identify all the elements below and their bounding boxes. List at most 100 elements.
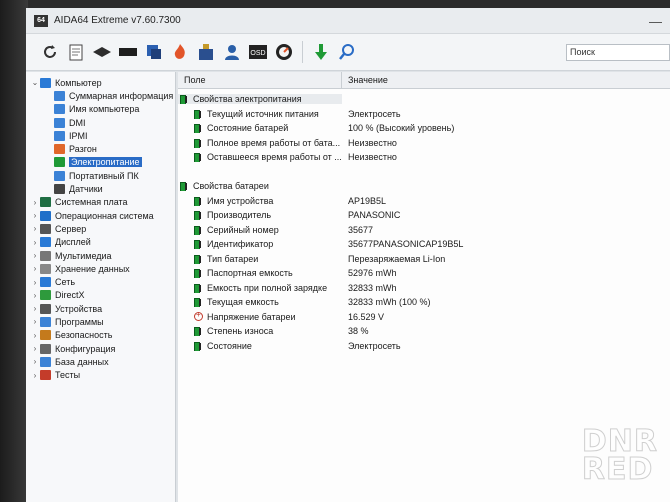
tree-item[interactable]: › Системная плата: [26, 196, 175, 209]
property-row[interactable]: Состояние Электросеть: [178, 339, 670, 354]
property-row[interactable]: Производитель PANASONIC: [178, 208, 670, 223]
chevron-down-icon[interactable]: ⌄: [30, 78, 40, 87]
motherboard-icon[interactable]: [92, 42, 112, 62]
property-row[interactable]: Тип батареи Перезаряжаемая Li-Ion: [178, 252, 670, 267]
tree-item[interactable]: Разгон: [26, 142, 175, 155]
tree-item[interactable]: › База данных: [26, 355, 175, 368]
property-row[interactable]: Оставшееся время работы от ... Неизвестно: [178, 150, 670, 165]
property-row[interactable]: Текущая емкость 32833 mWh (100 %): [178, 295, 670, 310]
property-row[interactable]: Текущий источник питания Электросеть: [178, 107, 670, 122]
memory-icon[interactable]: [118, 42, 138, 62]
property-row[interactable]: Напряжение батареи 16.529 V: [178, 310, 670, 325]
property-field: Емкость при полной зарядке: [207, 282, 328, 293]
tree-item[interactable]: › Дисплей: [26, 236, 175, 249]
report-icon[interactable]: [66, 42, 86, 62]
property-value: 16.529 V: [348, 311, 385, 322]
battery-icon: [180, 181, 190, 192]
section-header[interactable]: Свойства батареи: [178, 179, 670, 194]
tree-item[interactable]: › Сеть: [26, 275, 175, 288]
svg-text:OSD: OSD: [250, 50, 265, 57]
chevron-right-icon[interactable]: ›: [30, 291, 40, 300]
stress-icon[interactable]: [170, 42, 190, 62]
battery-icon: [194, 268, 204, 279]
chevron-right-icon[interactable]: ›: [30, 331, 40, 340]
tree-item-label: Компьютер: [55, 77, 102, 88]
property-row[interactable]: Полное время работы от бата... Неизвестно: [178, 136, 670, 151]
tree-item[interactable]: › Хранение данных: [26, 262, 175, 275]
property-row[interactable]: Степень износа 38 %: [178, 324, 670, 339]
chevron-right-icon[interactable]: ›: [30, 371, 40, 380]
tree-item[interactable]: IPMI: [26, 129, 175, 142]
tree-item-label: Разгон: [69, 144, 97, 155]
tree-item[interactable]: › Операционная система: [26, 209, 175, 222]
tree-item[interactable]: › DirectX: [26, 289, 175, 302]
user-icon[interactable]: [222, 42, 242, 62]
tree-item-icon: [54, 90, 65, 101]
tree-item[interactable]: DMI: [26, 116, 175, 129]
sensor-icon[interactable]: [274, 42, 294, 62]
property-row[interactable]: Серийный номер 35677: [178, 223, 670, 238]
tree-item[interactable]: › Безопасность: [26, 329, 175, 342]
tree-item-label: Дисплей: [55, 237, 91, 248]
tree-item[interactable]: › Устройства: [26, 302, 175, 315]
tree-item[interactable]: › Конфигурация: [26, 342, 175, 355]
battery-icon: [194, 196, 204, 206]
property-row[interactable]: Паспортная емкость 52976 mWh: [178, 266, 670, 281]
tree-item[interactable]: › Программы: [26, 315, 175, 328]
chevron-right-icon[interactable]: ›: [30, 251, 40, 260]
tree-item-icon: [40, 210, 51, 221]
chevron-right-icon[interactable]: ›: [30, 198, 40, 207]
tree-item[interactable]: Имя компьютера: [26, 103, 175, 116]
tree-item-label: Мультимедиа: [55, 250, 112, 261]
tree-item[interactable]: Суммарная информация: [26, 89, 175, 102]
chevron-right-icon[interactable]: ›: [30, 278, 40, 287]
column-header-field[interactable]: Поле: [178, 72, 342, 88]
chevron-right-icon[interactable]: ›: [30, 264, 40, 273]
chevron-right-icon[interactable]: ›: [30, 304, 40, 313]
battery-icon: [194, 239, 204, 250]
property-row[interactable]: Идентификатор 35677PANASONICAP19B5L: [178, 237, 670, 252]
property-field: Состояние батарей: [207, 123, 289, 134]
minimize-button[interactable]: —: [649, 14, 662, 29]
chevron-right-icon[interactable]: ›: [30, 211, 40, 220]
tree-item[interactable]: ⌄ Компьютер: [26, 76, 175, 89]
tree-item[interactable]: Датчики: [26, 182, 175, 195]
battery-icon: [194, 341, 204, 351]
tree-item-icon: [40, 237, 51, 248]
search-input[interactable]: Поиск: [566, 44, 670, 61]
tree-item[interactable]: Портативный ПК: [26, 169, 175, 182]
column-header-value[interactable]: Значение: [342, 75, 388, 85]
property-field: Идентификатор: [207, 239, 274, 250]
tree-item[interactable]: Электропитание: [26, 156, 175, 169]
chevron-right-icon[interactable]: ›: [30, 238, 40, 247]
chevron-right-icon[interactable]: ›: [30, 357, 40, 366]
property-row[interactable]: Имя устройства AP19B5L: [178, 194, 670, 209]
property-value: Неизвестно: [348, 137, 397, 148]
section-header[interactable]: Свойства электропитания: [178, 92, 670, 107]
property-value: 52976 mWh: [348, 268, 397, 279]
battery-icon: [194, 254, 204, 264]
property-field: Серийный номер: [207, 224, 279, 235]
aida64-window: 64 AIDA64 Extreme v7.60.7300 — OSD Поиск…: [26, 8, 670, 502]
osd-icon[interactable]: OSD: [248, 42, 268, 62]
property-row[interactable]: Состояние батарей 100 % (Высокий уровень): [178, 121, 670, 136]
chevron-right-icon[interactable]: ›: [30, 224, 40, 233]
column-header: Поле Значение: [178, 72, 670, 89]
update-icon[interactable]: [311, 42, 331, 62]
chevron-right-icon[interactable]: ›: [30, 317, 40, 326]
refresh-icon[interactable]: [40, 42, 60, 62]
tree-item[interactable]: › Тесты: [26, 369, 175, 382]
battery-icon: [194, 152, 204, 163]
chevron-right-icon[interactable]: ›: [30, 344, 40, 353]
property-value: 100 % (Высокий уровень): [348, 123, 455, 134]
tree-item[interactable]: › Мультимедиа: [26, 249, 175, 262]
flash-icon[interactable]: [144, 42, 164, 62]
search-icon[interactable]: [337, 42, 357, 62]
tree-item-icon: [40, 370, 51, 381]
tree-item-icon: [54, 184, 65, 195]
tree-item[interactable]: › Сервер: [26, 222, 175, 235]
tree-item-label: DirectX: [55, 290, 85, 301]
benchmark-icon[interactable]: [196, 42, 216, 62]
property-row[interactable]: Емкость при полной зарядке 32833 mWh: [178, 281, 670, 296]
tree-item-label: Электропитание: [69, 157, 142, 168]
